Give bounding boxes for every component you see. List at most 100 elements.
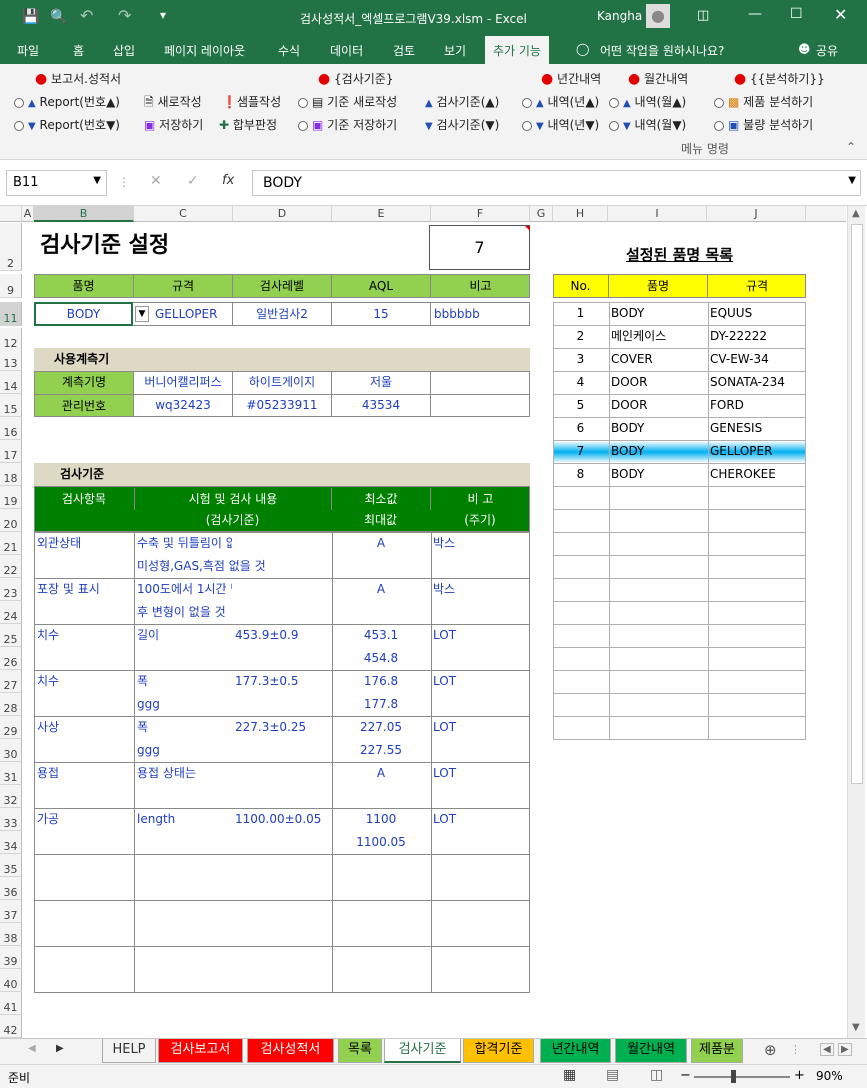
criteria-v1[interactable]: 176.8 [332, 670, 430, 692]
criteria-up-button[interactable]: ▲ 검사기준(▲) [425, 93, 499, 111]
cancel-icon[interactable]: ✕ [150, 173, 162, 189]
sheet-tab[interactable]: HELP [102, 1039, 156, 1063]
row-header[interactable]: 19 [0, 486, 22, 509]
tab-insert[interactable]: 삽입 [113, 42, 135, 59]
dropdown-arrow-icon[interactable]: ▼ [135, 306, 149, 322]
column-header[interactable]: H [553, 206, 608, 222]
list-item[interactable] [553, 532, 806, 556]
maximize-icon[interactable]: ☐ [790, 6, 803, 22]
row-header[interactable]: 23 [0, 578, 22, 601]
criteria-spec[interactable]: 227.3±0.25 [235, 716, 330, 738]
meter-name-2[interactable]: 하이트게이지 [233, 371, 331, 393]
list-item[interactable] [553, 486, 806, 510]
row-header[interactable]: 24 [0, 601, 22, 624]
list-item[interactable] [553, 624, 806, 648]
criteria-v1[interactable]: A [332, 762, 430, 784]
criteria-item[interactable]: 사상 [37, 716, 132, 738]
scroll-thumb[interactable] [851, 224, 863, 784]
criteria-save-button[interactable]: ▣ 기준 저장하기 [298, 116, 397, 134]
row-header[interactable]: 21 [0, 532, 22, 555]
criteria-v2[interactable]: 227.55 [332, 739, 430, 761]
name-box[interactable]: B11 ▼ [6, 170, 107, 196]
row-header[interactable]: 29 [0, 716, 22, 739]
sheet-tab[interactable]: 검사기준 [384, 1039, 461, 1063]
row-header[interactable]: 11 [0, 302, 22, 326]
row-header[interactable]: 35 [0, 854, 22, 877]
tab-data[interactable]: 데이터 [330, 42, 363, 59]
row-header[interactable]: 26 [0, 647, 22, 670]
enter-icon[interactable]: ✓ [187, 173, 199, 189]
criteria-item[interactable]: 치수 [37, 624, 132, 646]
criteria-v1[interactable]: 227.05 [332, 716, 430, 738]
column-header[interactable]: J [707, 206, 806, 222]
hscroll-left-icon[interactable]: ◀ [820, 1043, 834, 1056]
print-preview-icon[interactable]: 🔍 [50, 9, 67, 25]
select-all[interactable] [0, 206, 22, 222]
criteria-item[interactable]: 포장 및 표시 [37, 578, 132, 600]
meter-name-3[interactable]: 저울 [332, 371, 430, 393]
row-header[interactable]: 16 [0, 417, 22, 440]
item-level[interactable]: 일반검사2 [232, 303, 331, 325]
item-spec[interactable]: GELLOPER [155, 303, 232, 325]
tab-scroll-left-icon[interactable]: ◀ [28, 1043, 36, 1054]
save-icon[interactable]: 💾 [22, 9, 39, 25]
row-header[interactable]: 39 [0, 946, 22, 969]
item-aql[interactable]: 15 [331, 303, 430, 325]
worksheet-grid[interactable]: A B C D E F G H I J 2 9 11 12 13 14 15 16 17 18 19… [0, 206, 867, 1038]
sample-write-button[interactable]: ❗샘플작성 [222, 93, 281, 111]
criteria-c2[interactable]: ggg [137, 693, 327, 715]
row-header[interactable]: 13 [0, 348, 22, 371]
criteria-note[interactable]: 박스 [433, 578, 528, 600]
criteria-note[interactable]: LOT [433, 762, 528, 784]
tab-file[interactable]: 파일 [17, 42, 39, 59]
criteria-note[interactable]: LOT [433, 716, 528, 738]
row-header[interactable]: 41 [0, 992, 22, 1015]
tab-home[interactable]: 홈 [73, 42, 84, 59]
criteria-v1[interactable]: 1100 [332, 808, 430, 830]
column-header[interactable]: D [233, 206, 332, 222]
criteria-c1[interactable]: 수축 및 뒤틀림이 없을 것 [137, 532, 232, 554]
selected-cell-b11[interactable]: BODY [34, 302, 133, 326]
row-header[interactable]: 9 [0, 274, 22, 298]
criteria-spec[interactable]: 177.3±0.5 [235, 670, 330, 692]
row-header[interactable]: 38 [0, 923, 22, 946]
page-layout-icon[interactable]: ▤ [606, 1067, 619, 1083]
criteria-c2[interactable]: 후 변형이 없을 것 [137, 601, 327, 623]
monthly-up-button[interactable]: ▲ 내역(월▲) [609, 93, 686, 111]
meter-id-3[interactable]: 43534 [332, 394, 430, 416]
sheet-tab[interactable]: 검사보고서 [158, 1039, 243, 1063]
defect-analysis-button[interactable]: ▣ 불량 분석하기 [714, 116, 813, 134]
tab-formulas[interactable]: 수식 [278, 42, 300, 59]
list-item[interactable] [553, 670, 806, 694]
tell-me-input[interactable]: 어떤 작업을 원하시나요? [600, 42, 724, 59]
chevron-down-icon[interactable]: ▼ [93, 175, 101, 186]
criteria-c1[interactable]: 폭 [137, 716, 232, 738]
ribbon-display-icon[interactable]: ◫ [697, 8, 709, 23]
row-header[interactable]: 42 [0, 1015, 22, 1038]
redo-icon[interactable]: ↷ [118, 6, 131, 25]
list-item[interactable] [553, 509, 806, 533]
item-note[interactable]: bbbbbb [430, 303, 530, 325]
row-header[interactable]: 27 [0, 670, 22, 693]
criteria-note[interactable]: LOT [433, 670, 528, 692]
criteria-item[interactable]: 치수 [37, 670, 132, 692]
criteria-c2[interactable]: ggg [137, 739, 327, 761]
criteria-spec[interactable]: 1100.00±0.05 [235, 808, 330, 830]
criteria-v2[interactable]: 177.8 [332, 693, 430, 715]
row-header[interactable]: 37 [0, 900, 22, 923]
list-item[interactable] [553, 555, 806, 579]
list-item[interactable] [553, 647, 806, 671]
row-header[interactable]: 40 [0, 969, 22, 992]
row-header[interactable]: 28 [0, 693, 22, 716]
product-analysis-button[interactable]: ▩ 제품 분석하기 [714, 93, 813, 111]
hscroll-right-icon[interactable]: ▶ [838, 1043, 852, 1056]
sheet-tab[interactable]: 합격기준 [463, 1039, 534, 1063]
criteria-item[interactable]: 가공 [37, 808, 132, 830]
zoom-slider-thumb[interactable] [731, 1070, 736, 1083]
list-item[interactable] [553, 578, 806, 602]
criteria-note[interactable]: 박스 [433, 532, 528, 554]
row-header[interactable]: 36 [0, 877, 22, 900]
add-sheet-icon[interactable]: ⊕ [764, 1041, 777, 1059]
column-header[interactable]: I [608, 206, 707, 222]
criteria-c1[interactable]: 100도에서 1시간 방치 [137, 578, 232, 600]
